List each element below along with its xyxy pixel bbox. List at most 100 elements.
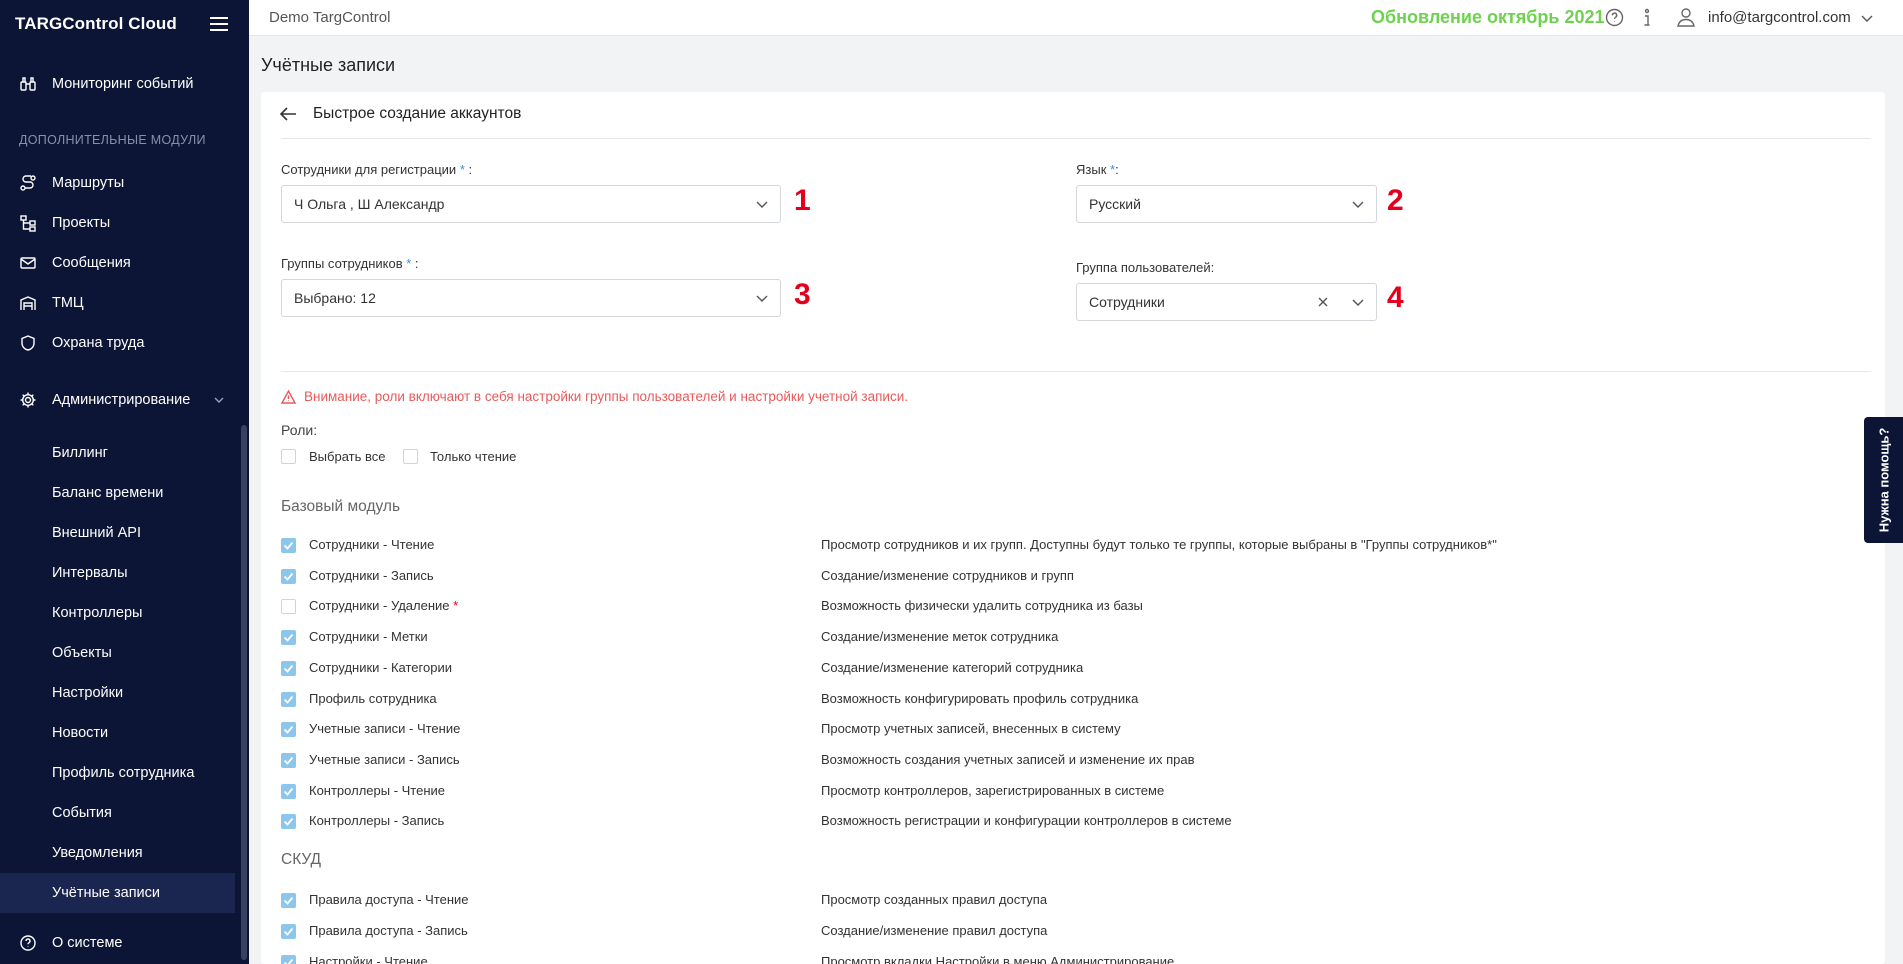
permission-checkbox[interactable] xyxy=(281,538,296,553)
mail-icon xyxy=(19,254,37,272)
permission-checkbox[interactable] xyxy=(281,630,296,646)
permission-checkbox[interactable] xyxy=(281,783,296,799)
permission-description: Просмотр созданных правил доступа xyxy=(821,892,1048,907)
sidebar-item-news[interactable]: Новости xyxy=(0,713,235,753)
sidebar-item-messages[interactable]: Сообщения xyxy=(0,243,235,283)
user-icon[interactable] xyxy=(1676,7,1696,27)
permission-name[interactable]: Учетные записи - Чтение xyxy=(309,721,460,736)
select-all-checkbox[interactable] xyxy=(281,449,296,464)
sidebar-scrollbar[interactable] xyxy=(241,425,247,960)
sidebar-item-projects[interactable]: Проекты xyxy=(0,203,235,243)
sidebar-item-accounts[interactable]: Учётные записи xyxy=(0,873,235,913)
divider xyxy=(281,138,1871,139)
permission-name[interactable]: Учетные записи - Запись xyxy=(309,752,460,767)
sidebar-item-routes[interactable]: Маршруты xyxy=(0,163,235,203)
sidebar-section-label: ДОПОЛНИТЕЛЬНЫЕ МОДУЛИ xyxy=(19,133,206,147)
sidebar-item-employee-profile[interactable]: Профиль сотрудника xyxy=(0,753,235,793)
permission-name[interactable]: Контроллеры - Чтение xyxy=(309,783,445,798)
select-all-label[interactable]: Выбрать все xyxy=(309,449,385,464)
arrow-left-icon[interactable] xyxy=(279,106,297,122)
warning-icon xyxy=(281,389,296,404)
help-icon[interactable] xyxy=(1605,8,1624,27)
permission-checkbox[interactable] xyxy=(281,660,296,676)
sidebar-item-label: Охрана труда xyxy=(52,335,145,351)
sidebar-item-time-balance[interactable]: Баланс времени xyxy=(0,473,235,513)
permission-checkbox[interactable] xyxy=(281,752,296,768)
sidebar-item-billing[interactable]: Биллинг xyxy=(0,433,235,473)
permission-name[interactable]: Сотрудники - Категории xyxy=(309,660,452,675)
menu-toggle-icon[interactable] xyxy=(210,17,228,31)
permission-name[interactable]: Правила доступа - Запись xyxy=(309,923,468,938)
warehouse-icon xyxy=(19,294,37,312)
sidebar-item-tmc[interactable]: ТМЦ xyxy=(0,283,235,323)
read-only-label[interactable]: Только чтение xyxy=(430,449,516,464)
permission-description: Возможность физически удалить сотрудника… xyxy=(821,598,1143,614)
sidebar-item-monitoring[interactable]: Мониторинг событий xyxy=(0,64,235,104)
card-title: Быстрое создание аккаунтов xyxy=(313,105,522,122)
groups-select[interactable]: Выбрано: 12 xyxy=(281,279,781,317)
permission-checkbox[interactable] xyxy=(281,924,296,939)
quick-create-card: Быстрое создание аккаунтов Сотрудники дл… xyxy=(261,92,1885,964)
permission-name[interactable]: Правила доступа - Чтение xyxy=(309,892,469,907)
permission-name[interactable]: Контроллеры - Запись xyxy=(309,813,444,828)
permission-description: Просмотр учетных записей, внесенных в си… xyxy=(821,721,1121,737)
marker-3: 3 xyxy=(794,278,811,311)
permission-checkbox[interactable] xyxy=(281,814,296,830)
sidebar-item-intervals[interactable]: Интервалы xyxy=(0,553,235,593)
permission-checkbox[interactable] xyxy=(281,722,296,738)
permission-checkbox[interactable] xyxy=(281,955,296,964)
sidebar: TARGControl Cloud Мониторинг событий ДОП… xyxy=(0,0,249,964)
user-group-select[interactable]: Сотрудники xyxy=(1076,283,1377,321)
permission-name[interactable]: Сотрудники - Удаление * xyxy=(309,598,458,613)
permission-description: Создание/изменение категорий сотрудника xyxy=(821,659,1084,675)
sidebar-item-about[interactable]: О системе xyxy=(0,923,235,963)
user-group-label: Группа пользователей: xyxy=(1076,260,1215,275)
language-select[interactable]: Русский xyxy=(1076,185,1377,223)
marker-2: 2 xyxy=(1387,184,1404,217)
permission-description: Возможность создания учетных записей и и… xyxy=(821,751,1195,767)
employees-label: Сотрудники для регистрации * : xyxy=(281,162,473,177)
sidebar-item-notifications[interactable]: Уведомления xyxy=(0,833,235,873)
permission-checkbox[interactable] xyxy=(281,691,296,707)
binoculars-icon xyxy=(19,75,37,93)
permission-name[interactable]: Настройки - Чтение xyxy=(309,954,428,964)
chevron-down-icon[interactable] xyxy=(1861,13,1873,23)
marker-4: 4 xyxy=(1387,281,1404,314)
permission-name[interactable]: Сотрудники - Запись xyxy=(309,568,434,583)
help-tab[interactable]: Нужна помощь? xyxy=(1864,417,1903,543)
update-link[interactable]: Обновление октябрь 2021 xyxy=(1371,7,1605,28)
page-title: Учётные записи xyxy=(261,55,396,75)
read-only-checkbox[interactable] xyxy=(403,449,418,464)
sidebar-item-label: О системе xyxy=(52,935,123,951)
sidebar-item-controllers[interactable]: Контроллеры xyxy=(0,593,235,633)
language-value: Русский xyxy=(1089,196,1141,212)
divider xyxy=(281,371,1871,372)
permission-name[interactable]: Сотрудники - Метки xyxy=(309,629,428,644)
permission-checkbox[interactable] xyxy=(281,568,296,584)
permission-name[interactable]: Сотрудники - Чтение xyxy=(309,537,434,552)
sidebar-item-label: ТМЦ xyxy=(52,295,84,311)
permission-description: Создание/изменение меток сотрудника xyxy=(821,629,1059,645)
close-icon[interactable] xyxy=(1316,295,1330,309)
groups-label: Группы сотрудников * : xyxy=(281,256,419,271)
permission-checkbox[interactable] xyxy=(281,599,296,615)
roles-label: Роли: xyxy=(281,422,318,438)
permission-name[interactable]: Профиль сотрудника xyxy=(309,691,437,706)
sidebar-item-external-api[interactable]: Внешний API xyxy=(0,513,235,553)
employees-select[interactable]: Ч Ольга , Ш Александр xyxy=(281,185,781,223)
sidebar-item-label: Администрирование xyxy=(52,392,191,408)
sidebar-item-label: Мониторинг событий xyxy=(52,76,194,92)
permission-description: Создание/изменение правил доступа xyxy=(821,923,1048,938)
permission-checkbox[interactable] xyxy=(281,893,296,908)
sidebar-item-label: Маршруты xyxy=(52,175,125,191)
brand-logo[interactable]: TARGControl Cloud xyxy=(15,14,177,34)
sidebar-item-events[interactable]: События xyxy=(0,793,235,833)
route-icon xyxy=(19,174,37,192)
sidebar-item-admin[interactable]: Администрирование xyxy=(0,380,235,420)
info-icon[interactable] xyxy=(1641,8,1653,28)
user-email[interactable]: info@targcontrol.com xyxy=(1708,9,1851,26)
sidebar-item-settings[interactable]: Настройки xyxy=(0,673,235,713)
chevron-down-icon xyxy=(1352,299,1364,306)
sidebar-item-objects[interactable]: Объекты xyxy=(0,633,235,673)
sidebar-item-safety[interactable]: Охрана труда xyxy=(0,323,235,363)
